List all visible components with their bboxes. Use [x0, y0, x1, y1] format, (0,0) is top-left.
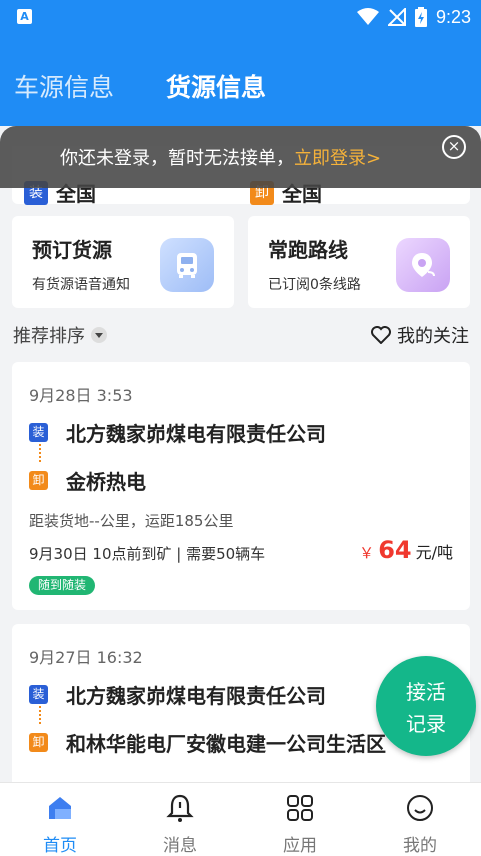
- nav-home[interactable]: 首页: [0, 783, 120, 856]
- status-badge: 随到随装: [29, 576, 96, 595]
- nav-label: 我的: [403, 836, 437, 856]
- truck-icon: [160, 238, 214, 292]
- status-time: 9:23: [435, 6, 471, 27]
- status-bar: A 9:23: [0, 0, 481, 34]
- origin-name: 北方魏家峁煤电有限责任公司: [66, 422, 326, 446]
- job-records-button[interactable]: 接活 记录: [376, 656, 476, 756]
- wifi-icon: [356, 8, 379, 25]
- origin-name: 北方魏家峁煤电有限责任公司: [66, 684, 326, 708]
- bell-icon: [120, 791, 240, 825]
- order-destination: 卸 金桥热电: [29, 466, 146, 495]
- order-time: 9月28日 3:53: [29, 386, 133, 405]
- no-signal-icon: [387, 8, 406, 26]
- my-follow-label: 我的关注: [397, 326, 469, 347]
- battery-charging-icon: [414, 7, 427, 27]
- unload-tag: 卸: [29, 733, 48, 752]
- home-icon: [0, 791, 120, 825]
- price-symbol: ￥: [359, 544, 375, 562]
- sort-label: 推荐排序: [13, 326, 85, 347]
- profile-icon: [360, 791, 480, 825]
- bottom-nav: 首页 消息 应用 我的: [0, 782, 481, 856]
- top-header: 车源信息 货源信息: [0, 34, 481, 126]
- feature-subtitle: 已订阅0条线路: [268, 277, 361, 293]
- fab-line1: 接活: [406, 680, 446, 704]
- load-tag: 装: [29, 685, 48, 704]
- feature-title: 常跑路线: [268, 238, 348, 262]
- heart-icon: [371, 326, 391, 344]
- reserve-cargo-card[interactable]: 预订货源 有货源语音通知: [12, 216, 234, 308]
- nav-profile[interactable]: 我的: [360, 783, 480, 856]
- status-icons: 9:23: [356, 6, 471, 28]
- order-origin: 装 北方魏家峁煤电有限责任公司: [29, 418, 326, 447]
- destination-name: 和林华能电厂安徽电建一公司生活区: [66, 732, 386, 756]
- fab-line2: 记录: [406, 712, 446, 736]
- route-pin-icon: [396, 238, 450, 292]
- order-time: 9月27日 16:32: [29, 648, 143, 667]
- price-value: 64: [378, 536, 412, 564]
- nav-messages[interactable]: 消息: [120, 783, 240, 856]
- price-unit: 元/吨: [415, 543, 453, 562]
- apps-grid-icon: [240, 791, 360, 825]
- feature-subtitle: 有货源语音通知: [32, 277, 130, 293]
- tab-cargo-info[interactable]: 货源信息: [166, 68, 266, 104]
- app-notification-icon: A: [17, 9, 32, 24]
- login-message-text: 你还未登录，暂时无法接单，: [60, 148, 294, 169]
- unload-tag: 卸: [29, 471, 48, 490]
- feature-title: 预订货源: [32, 238, 112, 262]
- nav-label: 应用: [283, 836, 317, 856]
- my-follow-button[interactable]: 我的关注: [371, 322, 469, 348]
- destination-name: 金桥热电: [66, 470, 146, 494]
- route-connector: [39, 706, 41, 724]
- cargo-order-card[interactable]: 9月28日 3:53 装 北方魏家峁煤电有限责任公司 卸 金桥热电 距装货地--…: [12, 362, 470, 610]
- tab-vehicle-info[interactable]: 车源信息: [14, 68, 114, 104]
- order-origin: 装 北方魏家峁煤电有限责任公司: [29, 680, 326, 709]
- load-tag: 装: [29, 423, 48, 442]
- nav-label: 首页: [43, 836, 77, 856]
- sort-dropdown[interactable]: 推荐排序: [13, 322, 107, 348]
- login-banner: 你还未登录，暂时无法接单，立即登录> ×: [0, 126, 481, 188]
- frequent-routes-card[interactable]: 常跑路线 已订阅0条线路: [248, 216, 470, 308]
- nav-label: 消息: [163, 836, 197, 856]
- order-info: 9月30日 10点前到矿 | 需要50辆车: [29, 545, 266, 563]
- caret-down-icon: [91, 327, 107, 343]
- sort-bar: 推荐排序 我的关注: [0, 322, 481, 348]
- close-icon[interactable]: ×: [442, 135, 466, 159]
- order-destination: 卸 和林华能电厂安徽电建一公司生活区: [29, 728, 386, 757]
- order-price: ￥ 64 元/吨: [359, 536, 453, 564]
- nav-apps[interactable]: 应用: [240, 783, 360, 856]
- login-message: 你还未登录，暂时无法接单，立即登录>: [60, 144, 381, 170]
- order-distance: 距装货地--公里，运距185公里: [29, 512, 234, 530]
- login-now-link[interactable]: 立即登录>: [294, 148, 381, 169]
- route-connector: [39, 444, 41, 462]
